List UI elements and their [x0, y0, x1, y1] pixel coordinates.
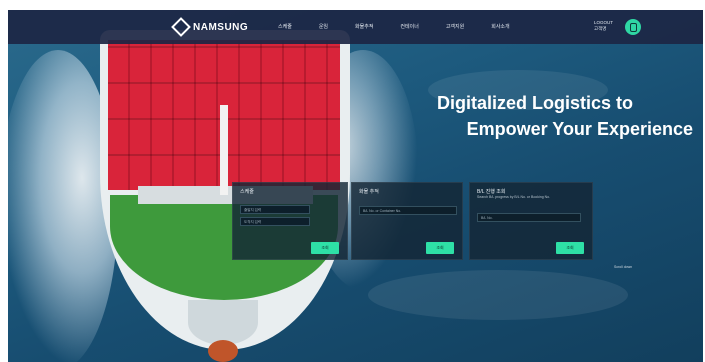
ship-bulb [208, 340, 238, 362]
schedule-search-button[interactable]: 조회 [311, 242, 339, 254]
menu-item-company[interactable]: 회사소개 [491, 23, 509, 30]
card-title: 스케줄 [240, 189, 254, 195]
destination-input[interactable]: 도착지 입력 [240, 217, 310, 226]
scroll-hint: Scroll down [614, 265, 633, 269]
main-menu: 스케줄 운임 화물추적 컨테이너 고객지원 회사소개 [278, 23, 510, 30]
top-nav: NAMSUNG 스케줄 운임 화물추적 컨테이너 고객지원 회사소개 LOGOU… [8, 10, 703, 44]
user-info[interactable]: LOGOUT 고객명 [594, 20, 613, 32]
bl-progress-card: B/L 진행 조회 Search B/L progress by B/L No.… [469, 182, 593, 260]
menu-item-tracking[interactable]: 화물추적 [355, 23, 373, 30]
card-title: 화물 추적 [359, 189, 379, 195]
bl-search-button[interactable]: 조회 [556, 242, 584, 254]
menu-item-freight[interactable]: 운임 [319, 23, 328, 30]
menu-item-container[interactable]: 컨테이너 [400, 23, 418, 30]
ship-mast [220, 105, 228, 195]
logo-text: NAMSUNG [193, 21, 249, 33]
tracking-input[interactable]: B/L No. or Container No. [359, 206, 457, 215]
sea-wave [368, 270, 628, 320]
schedule-card: 스케줄 출발지 입력 도착지 입력 조회 [232, 182, 348, 260]
card-title: B/L 진행 조회 [477, 189, 506, 195]
user-icon[interactable] [625, 19, 641, 35]
logo-icon [171, 17, 191, 37]
card-subtitle: Search B/L progress by B/L No. or Bookin… [477, 195, 551, 199]
headline-line-2: Empower Your Experience [466, 119, 693, 139]
ship-bow [188, 300, 258, 345]
tracking-search-button[interactable]: 조회 [426, 242, 454, 254]
brand-logo[interactable]: NAMSUNG [171, 17, 249, 37]
menu-item-schedule[interactable]: 스케줄 [278, 23, 292, 30]
user-name: 고객명 [594, 26, 607, 31]
bl-input[interactable]: B/L No. [477, 213, 581, 222]
origin-input[interactable]: 출발지 입력 [240, 205, 310, 214]
hero-section: NAMSUNG 스케줄 운임 화물추적 컨테이너 고객지원 회사소개 LOGOU… [8, 10, 703, 362]
menu-item-support[interactable]: 고객지원 [446, 23, 464, 30]
tracking-card: 화물 추적 B/L No. or Container No. 조회 [351, 182, 463, 260]
hero-headline: Digitalized Logistics to Empower Your Ex… [403, 90, 693, 142]
headline-line-1: Digitalized Logistics to [436, 93, 633, 113]
